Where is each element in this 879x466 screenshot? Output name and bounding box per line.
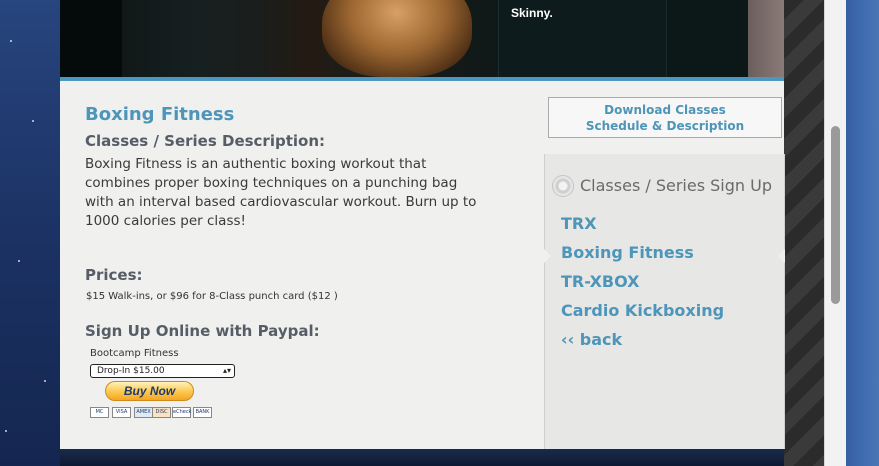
main-content: Boxing Fitness Classes / Series Descript… [60,81,785,449]
hero-photo [122,0,498,77]
select-arrows-icon: ▴▾ [222,366,231,375]
download-schedule-button[interactable]: Download Classes Schedule & Description [548,97,782,138]
echeck-icon: eCheck [172,407,191,418]
star [32,120,34,122]
star [44,380,46,382]
page-title: Boxing Fitness [85,104,235,125]
active-indicator-left [544,249,551,263]
circle-bullet-icon [552,175,574,197]
sidebar-header: Classes / Series Sign Up [580,176,772,195]
star [18,260,20,262]
page-bottom-edge [60,449,784,466]
class-description: Boxing Fitness is an authentic boxing wo… [85,156,477,229]
hero-panel-text: Skinny. [511,6,553,20]
buy-now-button[interactable]: Buy Now [105,381,194,401]
paypal-option-select[interactable]: Drop-In $15.00 ▴▾ [90,364,235,378]
prices-text: $15 Walk-ins, or $96 for 8-Class punch c… [86,291,338,302]
background-right-stripes [784,0,824,466]
download-line-2: Schedule & Description [585,119,745,133]
paypal-select-value: Drop-In $15.00 [97,366,165,376]
discover-icon: DISC [152,407,171,418]
star [5,430,7,432]
paypal-item-label: Bootcamp Fitness [90,348,179,359]
scrollbar-thumb[interactable] [831,126,840,304]
back-link[interactable]: ‹‹ back [561,330,622,349]
star [10,40,12,42]
sidebar-item-tr-xbox[interactable]: TR-XBOX [561,272,639,291]
sidebar-item-trx[interactable]: TRX [561,214,597,233]
signup-sidebar: Classes / Series Sign Up TRX Boxing Fitn… [544,154,785,449]
hero-panel-dark [666,0,748,77]
mastercard-icon: MC [90,407,109,418]
hero-banner: Skinny. [60,0,784,77]
hero-left-block [60,0,122,77]
hero-panel-photo [748,0,784,77]
amex-icon: AMEX [134,407,153,418]
bank-icon: BANK [193,407,212,418]
background-left [0,0,60,466]
sidebar-item-boxing-fitness[interactable]: Boxing Fitness [561,243,694,262]
signup-heading: Sign Up Online with Paypal: [85,322,320,340]
prices-heading: Prices: [85,266,143,284]
description-heading: Classes / Series Description: [85,132,326,150]
download-line-1: Download Classes [604,103,726,117]
hero-text-panel: Skinny. [498,0,666,77]
visa-icon: VISA [112,407,131,418]
active-indicator-right [778,249,785,263]
sidebar-item-cardio-kickboxing[interactable]: Cardio Kickboxing [561,301,724,320]
boxer-photo [322,0,472,77]
